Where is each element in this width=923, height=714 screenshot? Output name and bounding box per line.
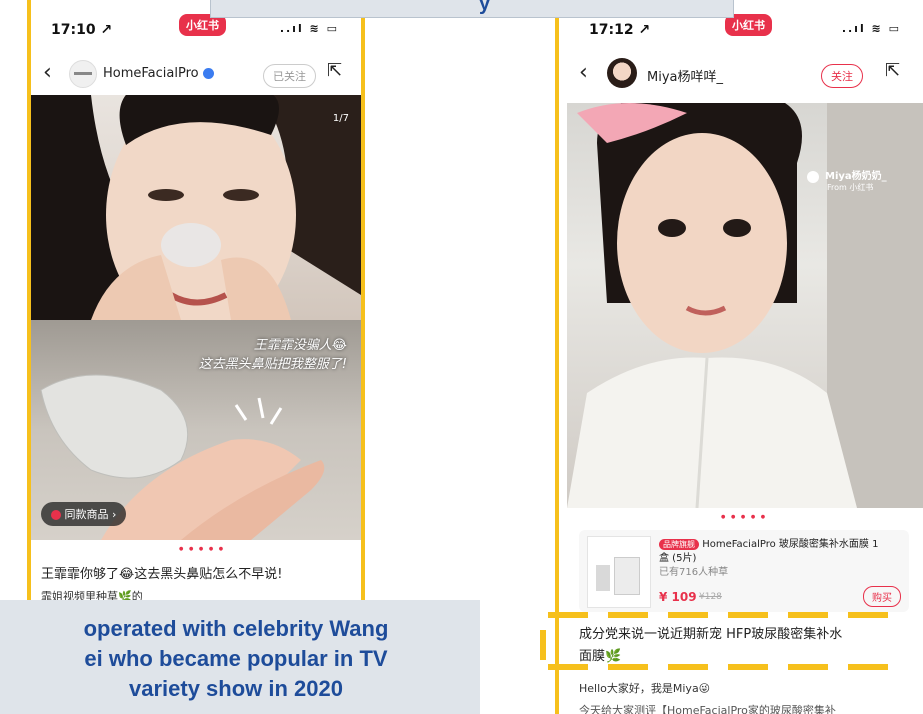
caption-line-2: 这去黑头鼻贴把我整服了!	[198, 357, 347, 372]
signal-wifi-battery-icon: ..ıl ≋ ▭	[279, 22, 339, 35]
highlight-dash	[788, 612, 828, 618]
heart-logo-icon	[807, 171, 819, 183]
highlight-dash	[728, 612, 768, 618]
watermark-name: Miya杨奶奶_	[825, 171, 887, 182]
post-title: 王霏霏你够了😂这去黑头鼻贴怎么不早说!	[41, 567, 283, 582]
product-card[interactable]: 品牌旗舰 HomeFacialPro 玻尿酸密集补水面膜 1 盒 (5片) 已有…	[579, 530, 909, 612]
post-image-selfie[interactable]: Miya杨奶奶_ From 小红书	[567, 103, 923, 508]
highlight-dash	[548, 664, 588, 670]
status-time: 17:12 ↗	[589, 22, 651, 38]
product-title-line1: HomeFacialPro 玻尿酸密集补水面膜 1	[702, 539, 879, 550]
highlight-dash	[848, 664, 888, 670]
post-image-face[interactable]: 1/7	[31, 95, 361, 320]
post-header: ‹ Miya杨咩咩_ 关注 ⇱	[559, 58, 923, 90]
post-body: Hello大家好，我是Miya😜	[579, 682, 711, 695]
right-phone-screenshot: 17:12 ↗ 小红书 ..ıl ≋ ▭ ‹ Miya杨咩咩_ 关注 ⇱ Miy…	[555, 0, 923, 714]
carousel-dots: ● ● ● ● ●	[721, 514, 768, 520]
signal-wifi-battery-icon: ..ıl ≋ ▭	[841, 22, 901, 35]
share-icon[interactable]: ⇱	[885, 60, 900, 81]
carousel-dots: ● ● ● ● ●	[179, 546, 226, 552]
banner-line-2: ei who became popular in TV	[84, 646, 388, 671]
shop-icon	[51, 510, 61, 520]
caption-line-1: 王霏霏没骗人😂	[253, 338, 347, 353]
highlight-dash	[608, 612, 648, 618]
logo-mark-icon	[74, 72, 92, 75]
product-price: ¥ 109	[659, 590, 697, 604]
highlight-dash	[788, 664, 828, 670]
watermark-from: From 小红书	[827, 183, 874, 192]
back-icon[interactable]: ‹	[579, 60, 588, 85]
same-item-button[interactable]: 同款商品 ›	[41, 502, 127, 526]
product-box-icon	[596, 565, 610, 591]
product-title-line2: 盒 (5片)	[659, 553, 697, 564]
avatar[interactable]	[69, 60, 97, 88]
post-header: ‹ HomeFacialPro 已关注 ⇱	[31, 58, 361, 90]
verified-icon	[202, 68, 214, 79]
product-thumbnail	[587, 536, 651, 608]
post-title: 成分党来说一说近期新宠 HFP玻尿酸密集补水 面膜🌿	[579, 624, 842, 668]
status-bar: 17:10 ↗ 小红书 ..ıl ≋ ▭	[31, 14, 361, 44]
product-old-price: ¥128	[699, 592, 722, 602]
post-title-line1: 成分党来说一说近期新宠 HFP玻尿酸密集补水	[579, 627, 843, 642]
status-bar: 17:12 ↗ 小红书 ..ıl ≋ ▭	[559, 14, 923, 44]
banner-line-3: variety show in 2020	[129, 676, 343, 701]
highlight-dash	[668, 612, 708, 618]
top-banner-text: y	[479, 0, 491, 15]
status-time: 17:10 ↗	[51, 22, 113, 38]
highlight-dash	[540, 630, 546, 660]
image-caption: 王霏霏没骗人😂 这去黑头鼻贴把我整服了!	[199, 334, 347, 372]
following-button[interactable]: 已关注	[263, 64, 316, 88]
product-pack-icon	[614, 557, 640, 595]
bottom-banner: operated with celebrity Wang ei who beca…	[0, 600, 480, 714]
highlight-dash	[728, 664, 768, 670]
follow-button[interactable]: 关注	[821, 64, 863, 88]
highlight-dash	[548, 612, 588, 618]
share-icon[interactable]: ⇱	[327, 60, 342, 81]
planted-count: 已有716人种草	[659, 567, 729, 578]
chevron-right-icon: ›	[112, 508, 117, 521]
highlight-dash	[608, 664, 648, 670]
account-name-text: HomeFacialPro	[103, 66, 199, 81]
product-info: 品牌旗舰 HomeFacialPro 玻尿酸密集补水面膜 1 盒 (5片) 已有…	[659, 538, 904, 580]
brand-badge: 品牌旗舰	[659, 539, 699, 550]
selfie-illustration	[567, 103, 923, 508]
face-illustration	[31, 95, 361, 320]
back-icon[interactable]: ‹	[43, 60, 52, 85]
top-banner: y	[210, 0, 734, 18]
post-image-nose-strip[interactable]: 王霏霏没骗人😂 这去黑头鼻贴把我整服了! 同款商品 ›	[31, 320, 361, 540]
highlight-dash	[668, 664, 708, 670]
bottom-banner-text: operated with celebrity Wang ei who beca…	[0, 614, 480, 704]
avatar[interactable]	[607, 58, 637, 88]
banner-line-1: operated with celebrity Wang	[83, 616, 389, 641]
account-name[interactable]: Miya杨咩咩_	[647, 66, 723, 85]
post-body-cutoff: 今天给大家测评【HomeFacialPro家的玻尿酸密集补	[579, 704, 836, 714]
photo-counter: 1/7	[332, 113, 349, 124]
account-name[interactable]: HomeFacialPro	[103, 66, 214, 81]
buy-button[interactable]: 购买	[863, 586, 901, 607]
highlight-dash	[848, 612, 888, 618]
same-item-label: 同款商品	[64, 508, 109, 521]
